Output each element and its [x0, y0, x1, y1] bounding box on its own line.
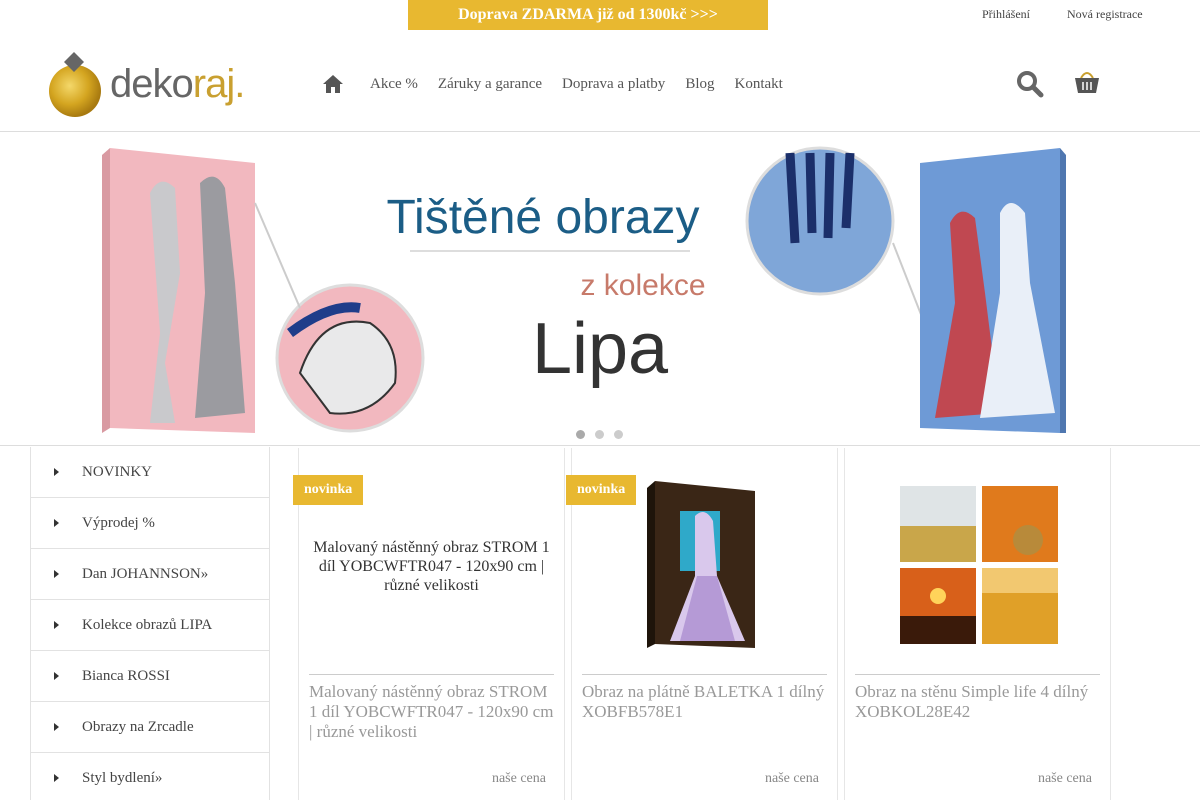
- product-image[interactable]: [582, 476, 827, 656]
- nav-item-zaruky[interactable]: Záruky a garance: [438, 76, 542, 93]
- sidebar-item-obrazy-zrcadle[interactable]: Obrazy na Zrcadle: [31, 702, 269, 753]
- caret-right-icon: [54, 774, 59, 782]
- sidebar-item-label: NOVINKY: [82, 463, 152, 480]
- sidebar-item-dan-johannson[interactable]: Dan JOHANNSON»: [31, 549, 269, 600]
- caret-right-icon: [54, 621, 59, 629]
- divider: [582, 674, 827, 675]
- sidebar-item-kolekce-lipa[interactable]: Kolekce obrazů LIPA: [31, 600, 269, 651]
- nav-item-akce[interactable]: Akce %: [370, 76, 418, 93]
- product-title[interactable]: Malovaný nástěnný obraz STROM 1 díl YOBC…: [309, 682, 558, 742]
- site-header: dekoraj. Akce % Záruky a garance Doprava…: [0, 30, 1200, 132]
- category-sidebar: NOVINKY Výprodej % Dan JOHANNSON» Kolekc…: [30, 447, 270, 800]
- sidebar-item-vyprodej[interactable]: Výprodej %: [31, 498, 269, 549]
- price-label: naše cena: [1037, 771, 1092, 786]
- banner-artwork: Tištěné obrazy z kolekce Lipa: [102, 146, 1066, 433]
- sidebar-item-label: Obrazy na Zrcadle: [82, 718, 194, 735]
- logo-mark-icon: [49, 52, 101, 117]
- sidebar-item-label: Styl bydlení»: [82, 769, 163, 786]
- nav-item-kontakt[interactable]: Kontakt: [735, 76, 783, 93]
- home-icon[interactable]: [322, 74, 344, 94]
- product-card[interactable]: novinka Obraz na plátně BALETKA 1 dílný …: [566, 448, 838, 800]
- product-card[interactable]: novinka Malovaný nástěnný obraz STROM 1 …: [293, 448, 565, 800]
- simple-life-4-panel-painting: [899, 486, 1058, 644]
- product-image[interactable]: Malovaný nástěnný obraz STROM 1 díl YOBC…: [309, 476, 554, 656]
- slider-dot-1[interactable]: [576, 430, 585, 439]
- logo-text: dekoraj.: [110, 62, 245, 106]
- sidebar-item-label: Bianca ROSSI: [82, 667, 170, 684]
- product-title[interactable]: Obraz na stěnu Simple life 4 dílný XOBKO…: [855, 682, 1104, 722]
- caret-right-icon: [54, 570, 59, 578]
- caret-right-icon: [54, 468, 59, 476]
- slider-dots: [576, 430, 623, 439]
- sidebar-item-label: Výprodej %: [82, 514, 155, 531]
- slider-dot-2[interactable]: [595, 430, 604, 439]
- product-image[interactable]: [855, 476, 1100, 656]
- sidebar-item-bianca-rossi[interactable]: Bianca ROSSI: [31, 651, 269, 702]
- free-shipping-banner[interactable]: Doprava ZDARMA již od 1300kč >>>: [408, 0, 768, 30]
- caret-right-icon: [54, 672, 59, 680]
- register-link[interactable]: Nová registrace: [1067, 7, 1143, 22]
- divider: [309, 674, 554, 675]
- sidebar-item-label: Dan JOHANNSON»: [82, 565, 209, 582]
- caret-right-icon: [54, 723, 59, 731]
- broken-image-alt: Malovaný nástěnný obraz STROM 1 díl YOBC…: [313, 538, 550, 594]
- product-card[interactable]: Obraz na stěnu Simple life 4 dílný XOBKO…: [844, 448, 1111, 800]
- price-label: naše cena: [764, 771, 819, 786]
- product-title[interactable]: Obraz na plátně BALETKA 1 dílný XOBFB578…: [582, 682, 831, 722]
- nav-item-doprava[interactable]: Doprava a platby: [562, 76, 665, 93]
- hero-banner[interactable]: Tištěné obrazy z kolekce Lipa: [0, 133, 1200, 446]
- caret-right-icon: [54, 519, 59, 527]
- divider: [855, 674, 1100, 675]
- search-icon[interactable]: [1016, 70, 1044, 98]
- banner-brand: Lipa: [532, 309, 669, 389]
- banner-subtitle: z kolekce: [580, 269, 705, 302]
- slider-dot-3[interactable]: [614, 430, 623, 439]
- price-label: naše cena: [491, 771, 546, 786]
- sidebar-item-styl-bydleni[interactable]: Styl bydlení»: [31, 753, 269, 800]
- login-link[interactable]: Přihlášení: [982, 7, 1030, 22]
- sidebar-item-novinky[interactable]: NOVINKY: [31, 447, 269, 498]
- main-nav: Akce % Záruky a garance Doprava a platby…: [322, 74, 803, 94]
- ballerina-painting: [646, 481, 755, 648]
- cart-basket-icon[interactable]: [1073, 68, 1101, 96]
- nav-item-blog[interactable]: Blog: [685, 76, 714, 93]
- sidebar-item-label: Kolekce obrazů LIPA: [82, 616, 213, 633]
- logo[interactable]: dekoraj.: [48, 52, 248, 122]
- banner-title: Tištěné obrazy: [386, 191, 699, 244]
